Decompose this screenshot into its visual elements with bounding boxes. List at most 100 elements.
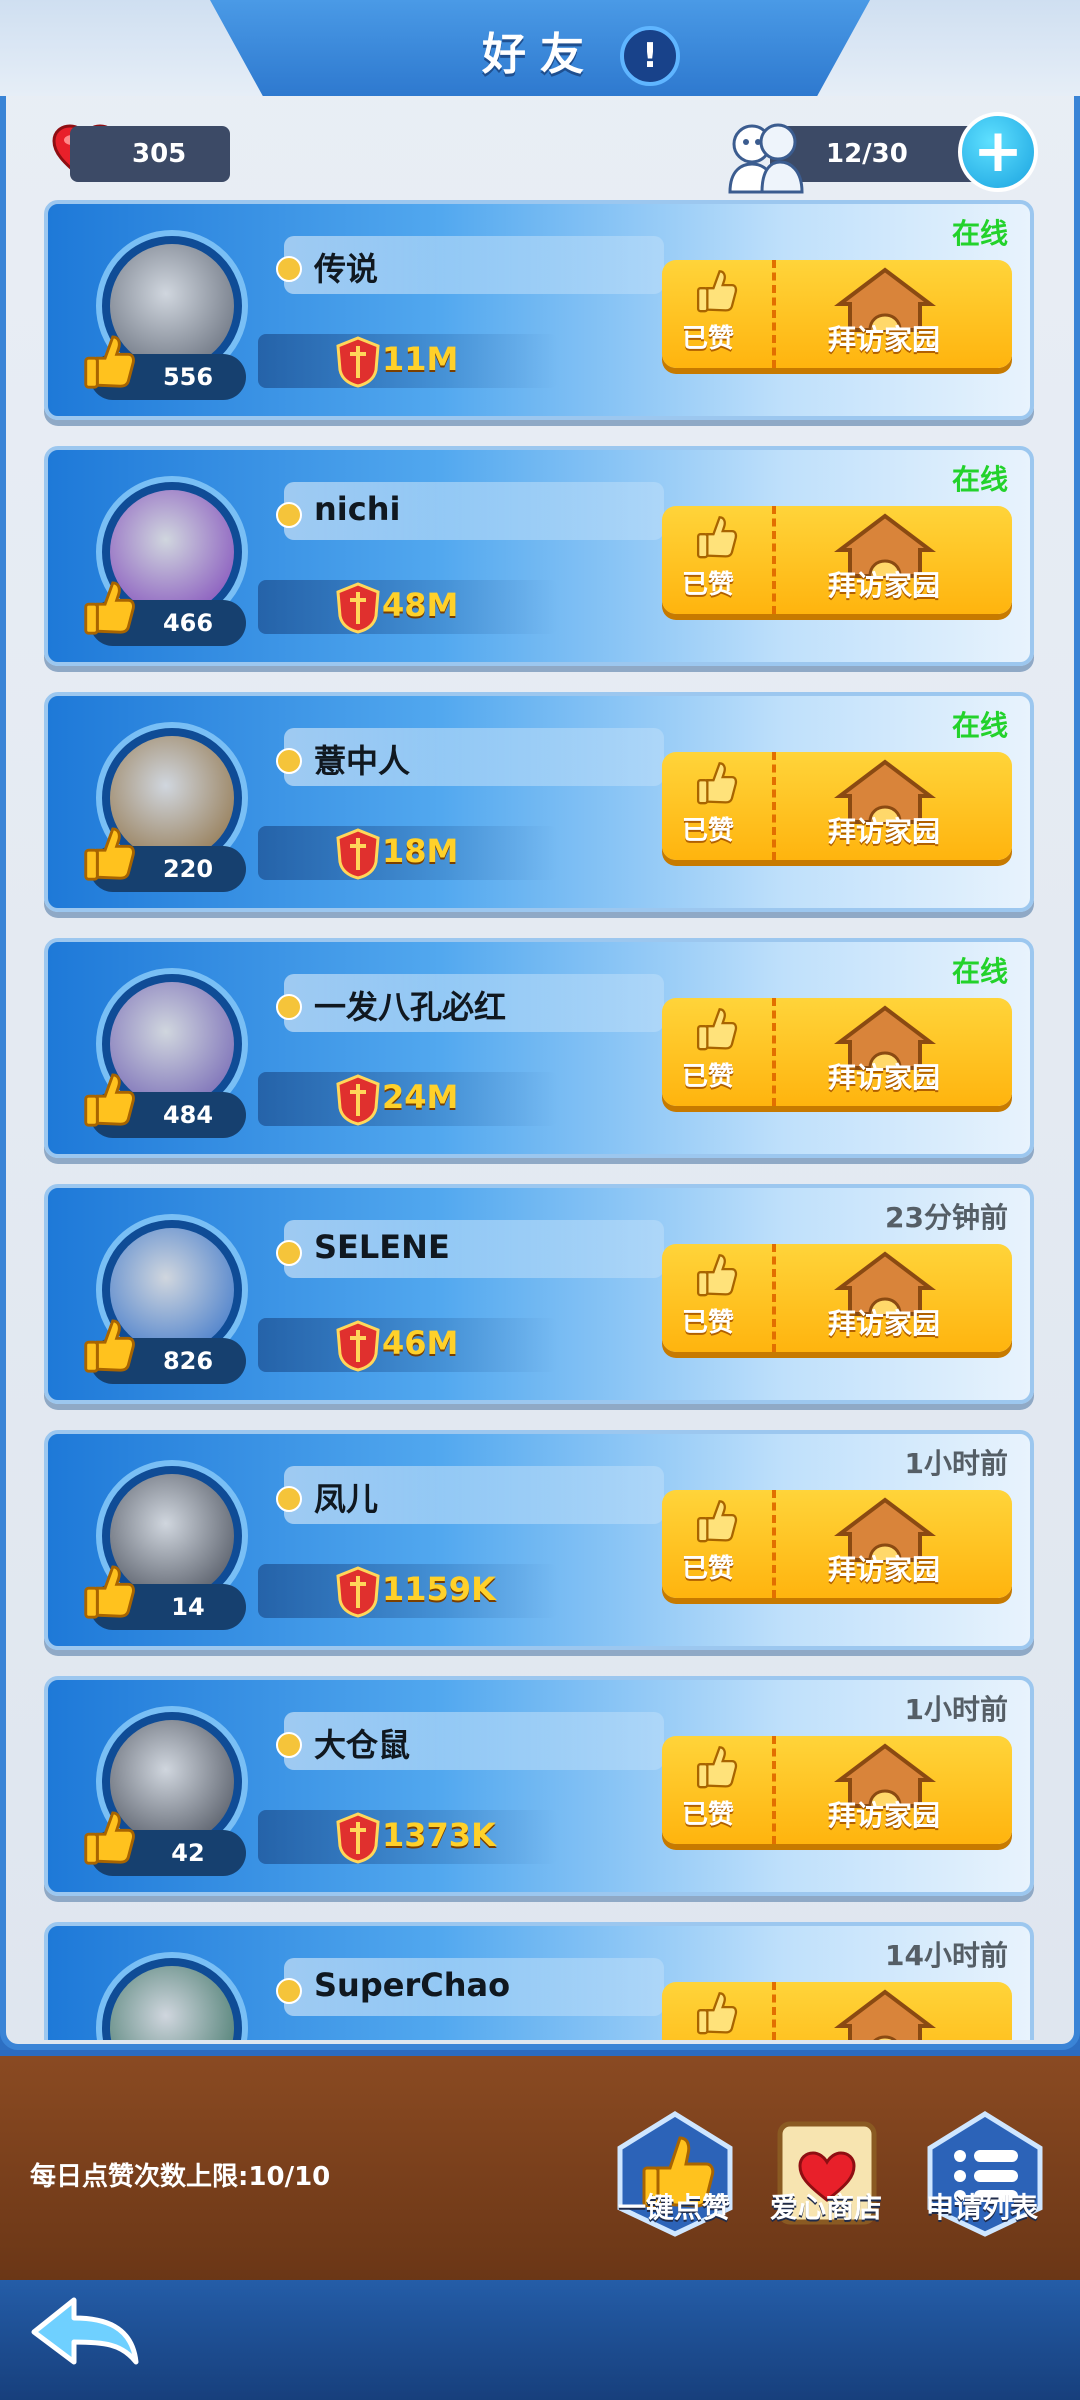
shield-power-icon: [336, 828, 380, 880]
likes-received-count: 305: [70, 126, 230, 182]
shield-power-icon: [336, 1074, 380, 1126]
liked-button[interactable]: 已赞: [662, 1244, 776, 1352]
thumbs-up-icon: [696, 1992, 738, 2035]
liked-button[interactable]: 已赞: [662, 1490, 776, 1598]
friend-name: 薏中人: [314, 742, 411, 780]
shield-power-icon: [336, 1566, 380, 1618]
status-dot-icon: [276, 502, 302, 528]
shield-power-icon: [336, 1320, 380, 1372]
thumbs-up-icon: [696, 1254, 738, 1297]
liked-button[interactable]: [662, 1982, 776, 2040]
request-list-label: 申请列表: [926, 2191, 1039, 2224]
friends-icon: [728, 123, 804, 194]
status-dot-icon: [276, 1978, 302, 2004]
thumbs-up-icon: [696, 762, 738, 805]
liked-label: 已赞: [682, 1554, 735, 1584]
visit-home-label: 拜访家园: [828, 1307, 941, 1340]
friend-card[interactable]: 556 传说 11M 在线 已赞 拜访家园: [44, 200, 1034, 420]
friend-card[interactable]: 42 大仓鼠 1373K 1小时前 已赞 拜访家园: [44, 1676, 1034, 1896]
friend-name: 传说: [314, 250, 379, 288]
page-title: 好友: [482, 29, 598, 80]
power-value: 24M: [382, 1078, 459, 1116]
online-status: 1小时前: [904, 1693, 1008, 1726]
visit-home-label: 拜访家园: [828, 323, 941, 356]
status-dot-icon: [276, 1486, 302, 1512]
liked-button[interactable]: 已赞: [662, 260, 776, 368]
power-value: 11M: [382, 340, 459, 378]
thumbs-up-icon: [84, 1319, 135, 1373]
add-friend-button[interactable]: +: [958, 112, 1038, 192]
friend-card[interactable]: 220 薏中人 18M 在线 已赞 拜访家园: [44, 692, 1034, 912]
shield-power-icon: [336, 1812, 380, 1864]
online-status: 1小时前: [904, 1447, 1008, 1480]
visit-home-button[interactable]: 已赞 拜访家园: [662, 752, 1012, 860]
friend-card[interactable]: 826 SELENE 46M 23分钟前 已赞 拜访家园: [44, 1184, 1034, 1404]
friend-name: nichi: [314, 490, 401, 528]
online-status: 在线: [951, 955, 1008, 988]
visit-home-label: 拜访家园: [828, 1799, 941, 1832]
status-dot-icon: [276, 748, 302, 774]
visit-home-button[interactable]: 已赞 拜访家园: [662, 1736, 1012, 1844]
thumbs-up-icon: [84, 581, 135, 635]
shield-power-icon: [336, 582, 380, 634]
friend-name: 大仓鼠: [314, 1726, 411, 1764]
back-arrow-icon[interactable]: [24, 2292, 144, 2372]
friend-name: SELENE: [314, 1228, 450, 1266]
visit-home-button[interactable]: [662, 1982, 1012, 2040]
thumbs-up-icon: [84, 335, 135, 389]
liked-label: 已赞: [682, 1800, 735, 1830]
visit-home-button[interactable]: 已赞 拜访家园: [662, 506, 1012, 614]
thumbs-up-icon: [696, 1746, 738, 1789]
shield-power-icon: [336, 336, 380, 388]
thumbs-up-icon: [696, 270, 738, 313]
visit-home-button[interactable]: 已赞 拜访家园: [662, 260, 1012, 368]
liked-label: 已赞: [682, 1062, 735, 1092]
friend-card[interactable]: 466 nichi 48M 在线 已赞 拜访家园: [44, 446, 1034, 666]
friend-name: 一发八孔必红: [314, 988, 507, 1026]
liked-button[interactable]: 已赞: [662, 506, 776, 614]
thumbs-up-icon: [84, 1565, 135, 1619]
like-all-label: 一键点赞: [618, 2191, 731, 2224]
power-value: 46M: [382, 1324, 459, 1362]
friend-list[interactable]: 556 传说 11M 在线 已赞 拜访家园 466 nichi 48M 在线 已赞 拜访家园 220 薏中…: [44, 200, 1034, 2040]
online-status: 在线: [951, 709, 1008, 742]
power-value: 1159K: [382, 1570, 496, 1608]
friend-card[interactable]: SuperChao 14小时前: [44, 1922, 1034, 2040]
thumbs-up-icon: [84, 1811, 135, 1865]
footer-bar: [0, 2280, 1080, 2400]
visit-home-label: 拜访家园: [828, 569, 941, 602]
liked-label: 已赞: [682, 1308, 735, 1338]
online-status: 在线: [951, 463, 1008, 496]
friend-name: 凤儿: [314, 1480, 379, 1518]
liked-button[interactable]: 已赞: [662, 1736, 776, 1844]
thumbs-up-icon: [696, 1500, 738, 1543]
liked-label: 已赞: [682, 816, 735, 846]
thumbs-up-icon: [696, 1008, 738, 1051]
liked-label: 已赞: [682, 324, 735, 354]
online-status: 14小时前: [885, 1939, 1008, 1972]
thumbs-up-icon: [84, 827, 135, 881]
visit-home-button[interactable]: 已赞 拜访家园: [662, 998, 1012, 1106]
title-bar: 好友 !: [0, 0, 1080, 96]
visit-home-label: 拜访家园: [828, 1553, 941, 1586]
thumbs-up-icon: [84, 1073, 135, 1127]
heart-shop-label: 爱心商店: [770, 2191, 883, 2224]
exclamation-icon[interactable]: !: [620, 26, 680, 86]
online-status: 23分钟前: [885, 1201, 1008, 1234]
visit-home-label: 拜访家园: [828, 815, 941, 848]
visit-home-button[interactable]: 已赞 拜访家园: [662, 1244, 1012, 1352]
visit-home-button[interactable]: 已赞 拜访家园: [662, 1490, 1012, 1598]
online-status: 在线: [951, 217, 1008, 250]
visit-home-label: 拜访家园: [828, 1061, 941, 1094]
house-icon: [834, 1989, 936, 2040]
status-dot-icon: [276, 1240, 302, 1266]
friend-card[interactable]: 484 一发八孔必红 24M 在线 已赞 拜访家园: [44, 938, 1034, 1158]
liked-button[interactable]: 已赞: [662, 752, 776, 860]
status-dot-icon: [276, 1732, 302, 1758]
liked-label: 已赞: [682, 570, 735, 600]
status-dot-icon: [276, 256, 302, 282]
daily-like-limit: 每日点赞次数上限:10/10: [30, 2162, 331, 2192]
friend-card[interactable]: 14 凤儿 1159K 1小时前 已赞 拜访家园: [44, 1430, 1034, 1650]
liked-button[interactable]: 已赞: [662, 998, 776, 1106]
status-dot-icon: [276, 994, 302, 1020]
